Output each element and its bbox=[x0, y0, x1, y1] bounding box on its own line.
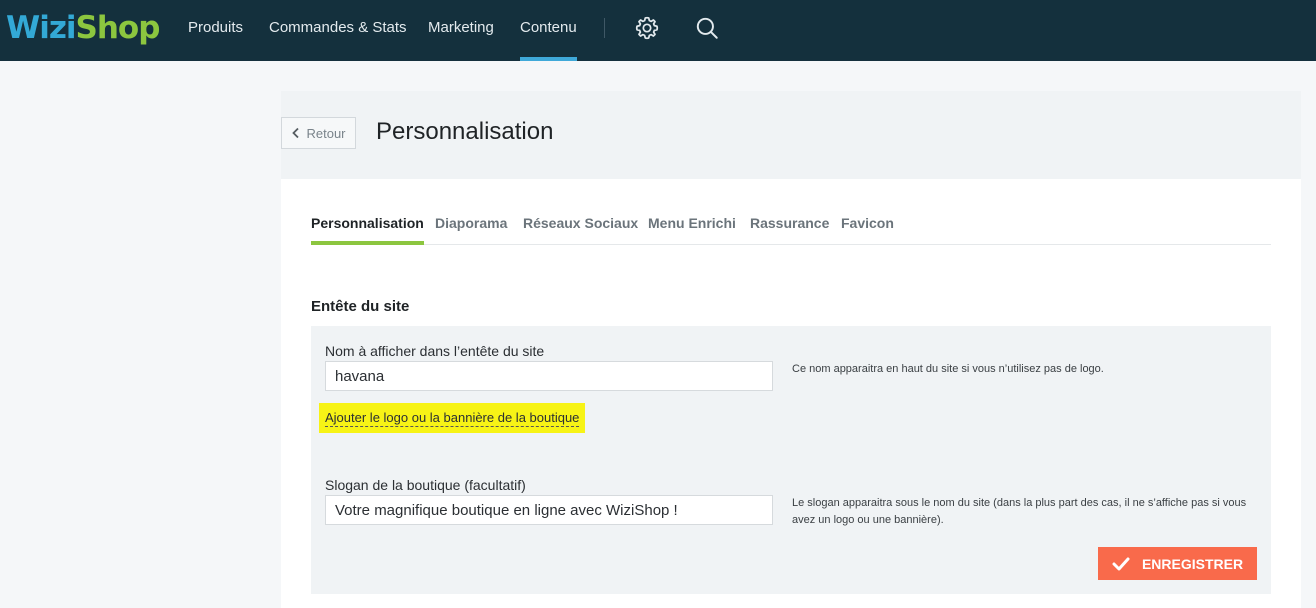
content-card: Personnalisation Diaporama Réseaux Socia… bbox=[281, 179, 1301, 608]
logo-text-wizi: Wizi bbox=[6, 10, 76, 46]
page-header: Retour Personnalisation bbox=[281, 91, 1301, 179]
tab-favicon[interactable]: Favicon bbox=[841, 215, 894, 231]
nav-item-produits[interactable]: Produits bbox=[188, 0, 243, 61]
tab-personnalisation[interactable]: Personnalisation bbox=[311, 215, 424, 245]
slogan-input[interactable] bbox=[325, 495, 773, 525]
section-title: Entête du site bbox=[311, 298, 410, 315]
site-header-settings-panel: Nom à afficher dans l’entête du site Ce … bbox=[311, 326, 1271, 594]
tab-bar: Personnalisation Diaporama Réseaux Socia… bbox=[311, 179, 1271, 245]
logo-text-shop: Shop bbox=[75, 10, 161, 46]
page-title: Personnalisation bbox=[376, 118, 554, 145]
save-button-label: ENREGISTRER bbox=[1141, 555, 1244, 572]
tab-menu-enrichi[interactable]: Menu Enrichi bbox=[648, 215, 736, 231]
back-button-label: Retour bbox=[306, 125, 346, 141]
tab-rassurance[interactable]: Rassurance bbox=[750, 215, 829, 231]
back-button[interactable]: Retour bbox=[281, 117, 356, 149]
add-logo-link-label: Ajouter le logo ou la bannière de la bou… bbox=[325, 409, 580, 427]
gear-icon[interactable] bbox=[634, 15, 660, 41]
wizishop-logo[interactable]: Wizi Shop bbox=[6, 6, 161, 50]
tab-reseaux-sociaux[interactable]: Réseaux Sociaux bbox=[523, 215, 638, 231]
site-name-label: Nom à afficher dans l’entête du site bbox=[325, 343, 545, 359]
chevron-left-icon bbox=[292, 127, 300, 139]
nav-separator bbox=[604, 18, 605, 38]
nav-item-marketing[interactable]: Marketing bbox=[428, 0, 494, 61]
add-logo-link[interactable]: Ajouter le logo ou la bannière de la bou… bbox=[319, 403, 586, 433]
top-navigation-bar: Wizi Shop Produits Commandes & Stats Mark… bbox=[0, 0, 1316, 61]
nav-item-contenu[interactable]: Contenu bbox=[520, 0, 577, 61]
nav-item-commandes-stats[interactable]: Commandes & Stats bbox=[269, 0, 407, 61]
tab-diaporama[interactable]: Diaporama bbox=[435, 215, 507, 231]
checkmark-icon bbox=[1112, 557, 1130, 570]
slogan-help-text: Le slogan apparaitra sous le nom du site… bbox=[792, 497, 1247, 526]
slogan-label: Slogan de la boutique (facultatif) bbox=[325, 477, 526, 493]
save-button[interactable]: ENREGISTRER bbox=[1098, 547, 1257, 580]
site-name-help-text: Ce nom apparaitra en haut du site si vou… bbox=[792, 363, 1104, 375]
site-name-input[interactable] bbox=[325, 361, 773, 391]
search-icon[interactable] bbox=[694, 15, 720, 41]
